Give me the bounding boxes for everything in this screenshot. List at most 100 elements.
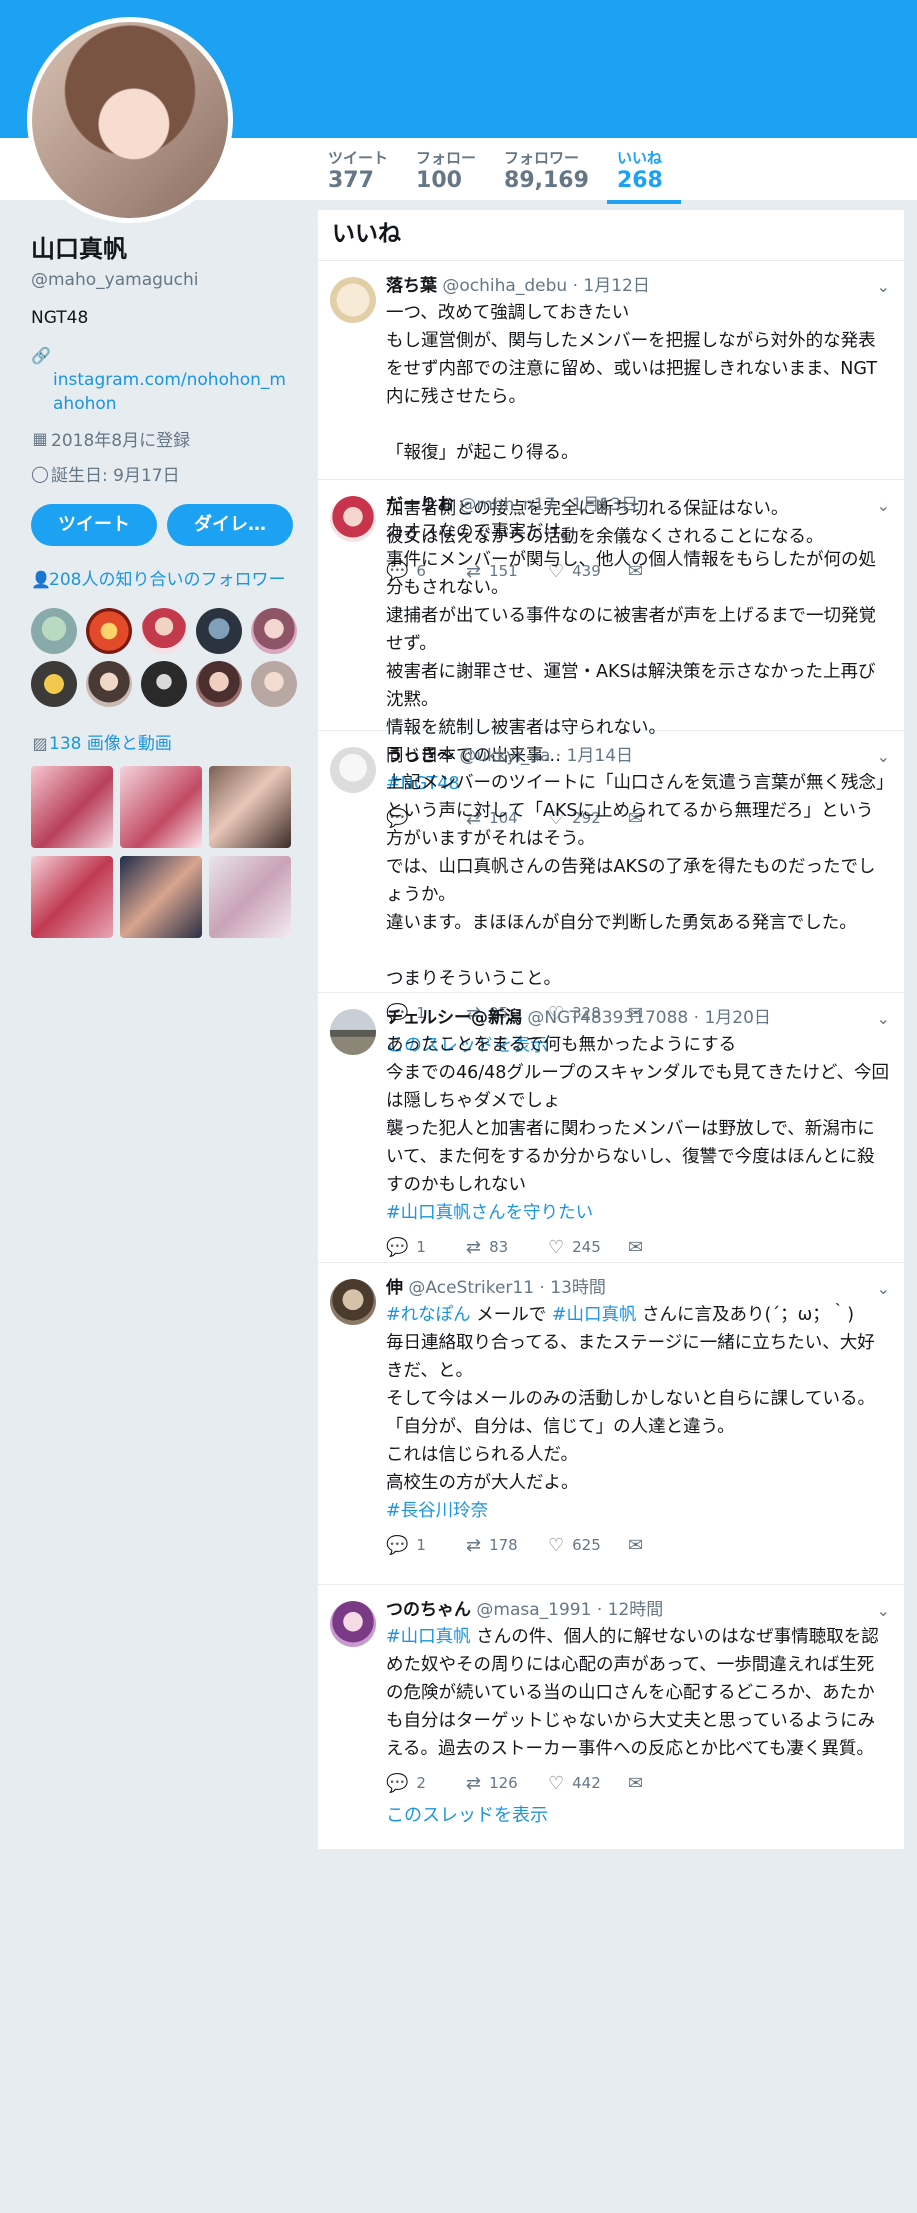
profile-handle[interactable]: @maho_yamaguchi bbox=[31, 270, 293, 290]
tweet-hashtag[interactable]: #山口真帆 bbox=[552, 1305, 637, 1325]
retweet-button[interactable]: ⇄ 178 bbox=[466, 1535, 548, 1556]
tweet-time[interactable]: 12時間 bbox=[608, 1600, 664, 1620]
follower-avatar[interactable] bbox=[31, 608, 77, 654]
tweet-hashtag[interactable]: #れなぽん bbox=[386, 1305, 471, 1325]
profile-birthday: 誕生日: 9月17日 bbox=[51, 466, 180, 486]
followers-you-know-label: 208人の知り合いのフォロワー bbox=[49, 570, 286, 590]
stat-followers[interactable]: フォロワー 89,169 bbox=[494, 148, 607, 200]
profile-website-link[interactable]: instagram.com/nohohon_mahohon bbox=[31, 368, 293, 416]
retweet-button[interactable]: ⇄ 83 bbox=[466, 1237, 548, 1258]
tweet-author-handle[interactable]: @mhh_n17 bbox=[459, 495, 555, 515]
tweet-avatar[interactable] bbox=[330, 747, 376, 793]
follower-avatar[interactable] bbox=[196, 608, 242, 654]
tweet-author-name[interactable]: 伸 bbox=[386, 1278, 403, 1298]
direct-message-tweet-button[interactable]: ✉ bbox=[628, 1773, 708, 1794]
direct-message-button[interactable]: ダイレ… bbox=[167, 504, 293, 546]
tweet-to-button[interactable]: ツイート bbox=[31, 504, 157, 546]
follower-avatar[interactable] bbox=[86, 608, 132, 654]
tweet[interactable]: 落ち葉 @ochiha_debu · 1月12日 ⌄ 一つ、改めて強調しておきた… bbox=[318, 261, 904, 582]
tweet-author-name[interactable]: 落ち葉 bbox=[386, 276, 437, 296]
like-button[interactable]: ♡ 245 bbox=[548, 1237, 628, 1258]
tweet-time[interactable]: 1月12日 bbox=[583, 276, 649, 296]
stat-label: いいね bbox=[616, 149, 662, 167]
media-thumbnail[interactable] bbox=[209, 856, 291, 938]
tweet-time[interactable]: 13時間 bbox=[550, 1278, 606, 1298]
envelope-icon: ✉ bbox=[628, 1236, 644, 1258]
tweet-hashtag[interactable]: #山口真帆 bbox=[386, 1627, 471, 1647]
follower-avatar[interactable] bbox=[196, 661, 242, 707]
tweet-author-handle[interactable]: @AceStriker11 bbox=[408, 1278, 534, 1298]
tweet-avatar[interactable] bbox=[330, 1009, 376, 1055]
tweet-author-handle[interactable]: @ukkyi_aa bbox=[459, 746, 550, 766]
like-button[interactable]: ♡ 625 bbox=[548, 1535, 628, 1556]
photos-videos-link[interactable]: ▨138 画像と動画 bbox=[31, 729, 293, 754]
stat-label: ツイート bbox=[328, 149, 389, 167]
follower-avatar[interactable] bbox=[141, 608, 187, 654]
tweet-header: うっき〜 @ukkyi_aa · 1月14日 bbox=[386, 746, 634, 766]
show-thread-link[interactable]: このスレッドを表示 bbox=[386, 1801, 890, 1827]
chevron-down-icon[interactable]: ⌄ bbox=[877, 747, 890, 766]
tweet-author-name[interactable]: だーりお bbox=[386, 495, 454, 515]
tweet-hashtag[interactable]: #山口真帆さんを守りたい bbox=[386, 1199, 890, 1227]
tweet[interactable]: うっき〜 @ukkyi_aa · 1月14日 ⌄ 上記メンバーのツイートに「山口… bbox=[318, 731, 904, 1056]
tweet[interactable]: 伸 @AceStriker11 · 13時間 ⌄ #れなぽん メールで #山口真… bbox=[318, 1263, 904, 1585]
like-count: 245 bbox=[572, 1238, 601, 1256]
stat-tweets[interactable]: ツイート 377 bbox=[318, 148, 406, 200]
tweet-lead-text: メールで bbox=[470, 1305, 552, 1325]
profile-avatar[interactable] bbox=[27, 17, 233, 223]
stat-following[interactable]: フォロー 100 bbox=[406, 148, 494, 200]
tweet-actions: 💬 1 ⇄ 178 ♡ 625 ✉ bbox=[386, 1533, 890, 1557]
tweet-time[interactable]: 1月14日 bbox=[567, 746, 633, 766]
tweet-author-name[interactable]: つのちゃん bbox=[386, 1600, 471, 1620]
chevron-down-icon[interactable]: ⌄ bbox=[877, 277, 890, 296]
tweet-avatar[interactable] bbox=[330, 277, 376, 323]
tweet-lead: #れなぽん メールで #山口真帆 さんに言及あり(´；ω；｀) bbox=[386, 1301, 890, 1329]
tweet-avatar[interactable] bbox=[330, 1601, 376, 1647]
tweet-author-name[interactable]: チェルシー@新潟 bbox=[386, 1008, 522, 1028]
envelope-icon: ✉ bbox=[628, 1534, 644, 1556]
tweet-avatar[interactable] bbox=[330, 496, 376, 542]
tweet-hashtag[interactable]: #長谷川玲奈 bbox=[386, 1497, 890, 1525]
media-thumbnail[interactable] bbox=[120, 856, 202, 938]
follower-avatar[interactable] bbox=[251, 608, 297, 654]
tweet-author-name[interactable]: うっき〜 bbox=[386, 746, 454, 766]
profile-joined-row: ▦ 2018年8月に登録 bbox=[31, 426, 293, 451]
media-thumbnail[interactable] bbox=[31, 766, 113, 848]
tweet-author-handle[interactable]: @masa_1991 bbox=[476, 1600, 591, 1620]
chevron-down-icon[interactable]: ⌄ bbox=[877, 1601, 890, 1620]
tweet[interactable]: チェルシー@新潟 @NGT4839317088 · 1月20日 ⌄ あったことを… bbox=[318, 993, 904, 1263]
direct-message-tweet-button[interactable]: ✉ bbox=[628, 1237, 708, 1258]
chevron-down-icon[interactable]: ⌄ bbox=[877, 1279, 890, 1298]
media-thumbnail[interactable] bbox=[120, 766, 202, 848]
reply-count: 1 bbox=[416, 1238, 426, 1256]
media-grid bbox=[31, 766, 293, 938]
like-button[interactable]: ♡ 442 bbox=[548, 1773, 628, 1794]
retweet-button[interactable]: ⇄ 126 bbox=[466, 1773, 548, 1794]
reply-button[interactable]: 💬 1 bbox=[386, 1237, 466, 1258]
follower-avatar[interactable] bbox=[31, 661, 77, 707]
profile-bio: NGT48 bbox=[31, 308, 89, 328]
direct-message-tweet-button[interactable]: ✉ bbox=[628, 1535, 708, 1556]
media-thumbnail[interactable] bbox=[209, 766, 291, 848]
stat-likes[interactable]: いいね 268 bbox=[606, 148, 681, 204]
follower-avatar[interactable] bbox=[251, 661, 297, 707]
tweet-avatar[interactable] bbox=[330, 1279, 376, 1325]
tweet[interactable]: だーりお @mhh_n17 · 1月13日 ⌄ カオスなので事実だけ。 事件にメ… bbox=[318, 480, 904, 829]
reply-button[interactable]: 💬 1 bbox=[386, 1535, 466, 1556]
tweet-author-handle[interactable]: @NGT4839317088 bbox=[527, 1008, 688, 1028]
tweet-time[interactable]: 1月13日 bbox=[572, 495, 638, 515]
stat-label: フォロワー bbox=[504, 149, 580, 167]
chevron-down-icon[interactable]: ⌄ bbox=[877, 1009, 890, 1028]
profile-name[interactable]: 山口真帆 bbox=[31, 234, 293, 264]
tweet-author-handle[interactable]: @ochiha_debu bbox=[442, 276, 567, 296]
chevron-down-icon[interactable]: ⌄ bbox=[877, 496, 890, 515]
reply-button[interactable]: 💬 2 bbox=[386, 1773, 466, 1794]
stat-value: 268 bbox=[616, 168, 663, 193]
tweet[interactable]: つのちゃん @masa_1991 · 12時間 ⌄ #山口真帆 さんの件、個人的… bbox=[318, 1585, 904, 1850]
media-thumbnail[interactable] bbox=[31, 856, 113, 938]
follower-avatar[interactable] bbox=[86, 661, 132, 707]
follower-avatar[interactable] bbox=[141, 661, 187, 707]
reply-icon: 💬 bbox=[386, 1772, 409, 1794]
tweet-time[interactable]: 1月20日 bbox=[704, 1008, 770, 1028]
followers-you-know-link[interactable]: 👤208人の知り合いのフォロワー bbox=[31, 568, 293, 592]
